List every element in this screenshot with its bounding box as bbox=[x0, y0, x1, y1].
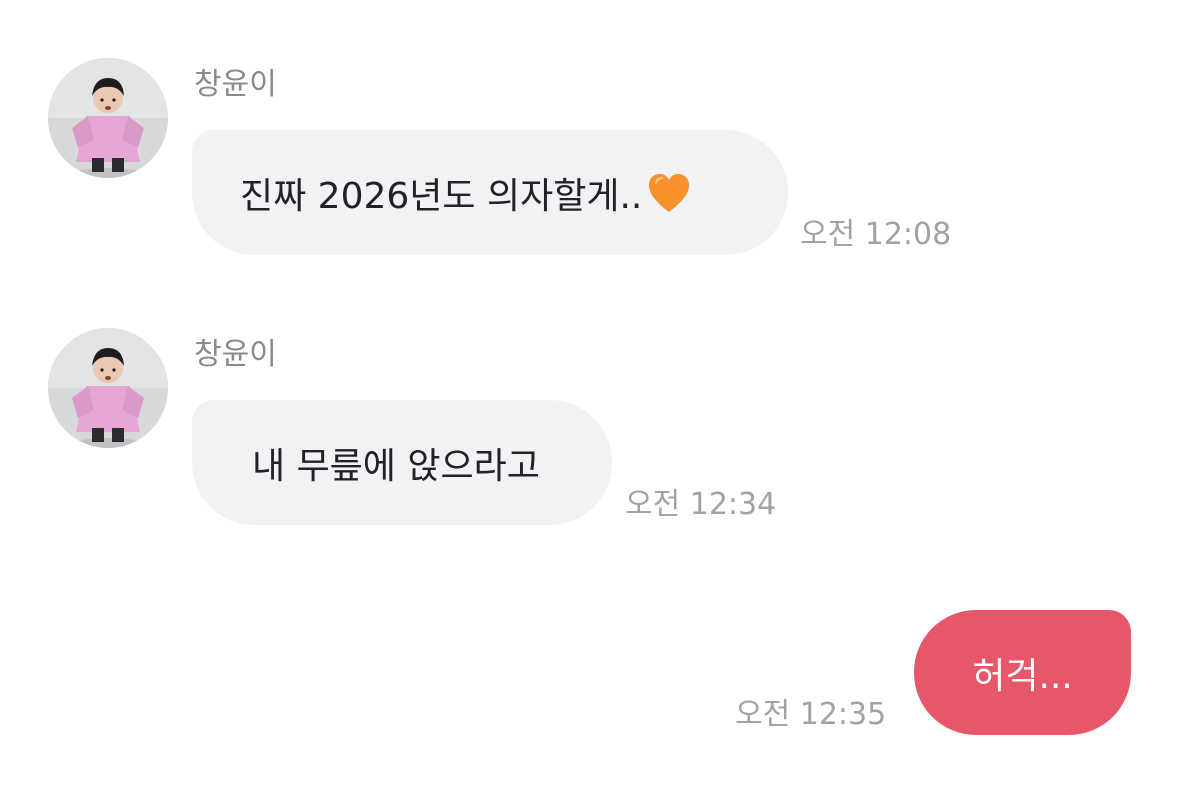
chat-thread: 창윤이 진짜 2026년도 의자할게.. 오전 12:08 창윤이 내 무릎에 … bbox=[0, 0, 1179, 794]
message-bubble[interactable]: 진짜 2026년도 의자할게.. bbox=[192, 130, 788, 255]
sender-name: 창윤이 bbox=[194, 337, 277, 372]
avatar[interactable] bbox=[48, 58, 168, 178]
avatar[interactable] bbox=[48, 328, 168, 448]
reply-text: 허걱... bbox=[972, 655, 1073, 697]
orange-heart-icon bbox=[649, 173, 690, 212]
message-timestamp: 오전 12:08 bbox=[800, 217, 952, 252]
message-timestamp: 오전 12:34 bbox=[625, 487, 777, 522]
message-bubble[interactable]: 내 무릎에 앉으라고 bbox=[192, 400, 612, 525]
avatar-photo bbox=[48, 58, 168, 178]
sender-name: 창윤이 bbox=[194, 67, 277, 102]
message-text: 진짜 2026년도 의자할게.. bbox=[240, 175, 643, 217]
reply-bubble[interactable]: 허걱... bbox=[914, 610, 1131, 735]
message-text: 내 무릎에 앉으라고 bbox=[252, 445, 540, 487]
reply-timestamp: 오전 12:35 bbox=[735, 697, 887, 732]
avatar-photo bbox=[48, 328, 168, 448]
